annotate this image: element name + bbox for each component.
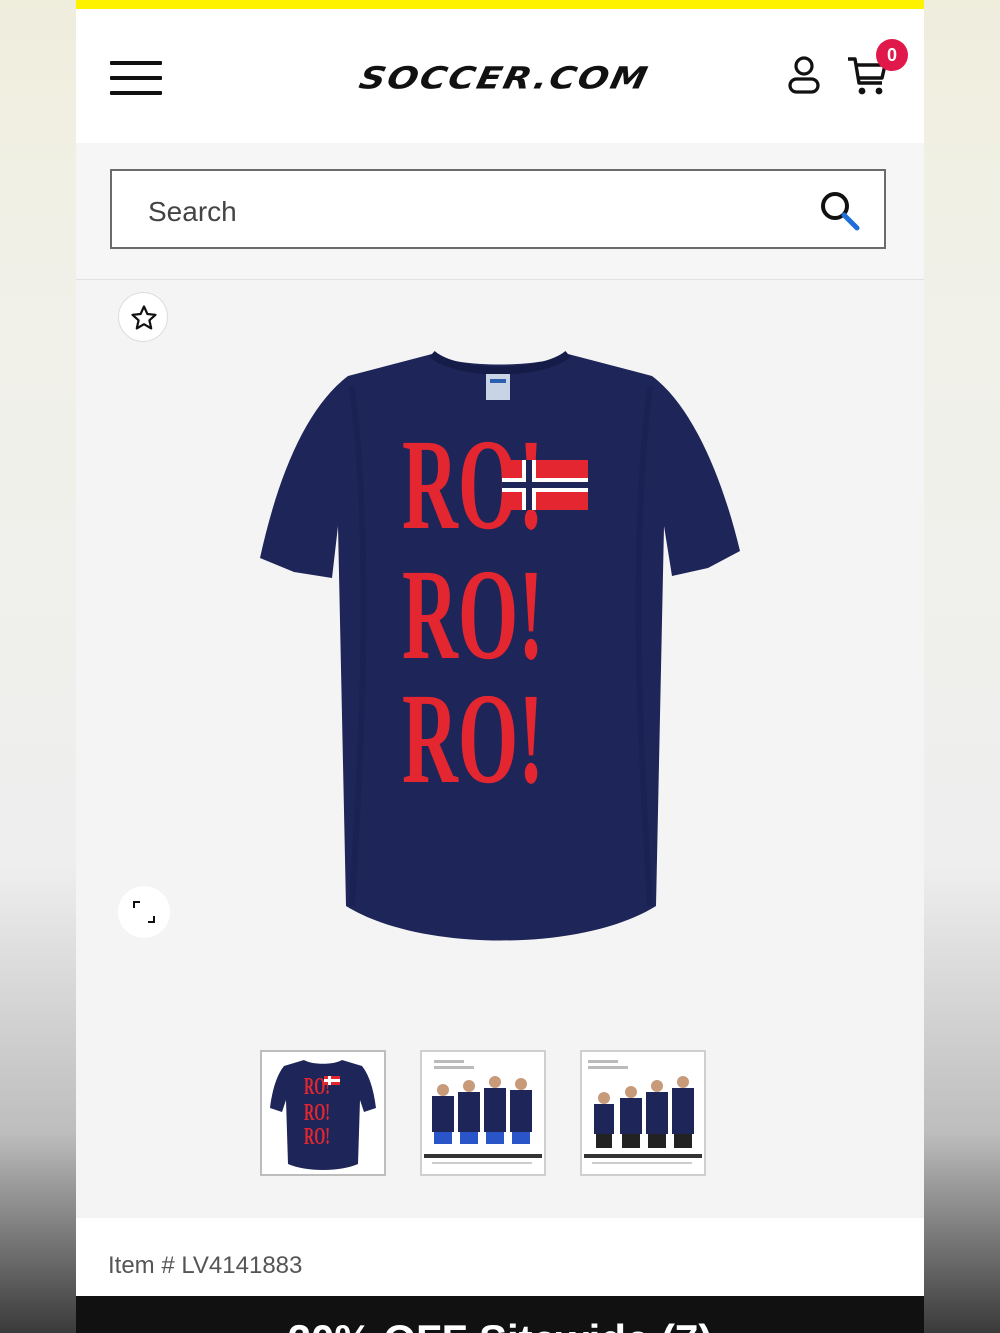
svg-text:RO!: RO! [304, 1124, 330, 1150]
promo-banner[interactable]: 20% OFF Sitewide (7) [76, 1296, 924, 1333]
promo-text: 20% OFF Sitewide (7) [76, 1316, 924, 1333]
thumbnail-1[interactable]: RO! RO! RO! [260, 1050, 386, 1176]
item-number: Item # LV4141883 [108, 1252, 303, 1279]
search-icon[interactable] [818, 189, 862, 233]
norway-flag-graphic [502, 460, 588, 510]
user-icon[interactable] [786, 55, 822, 95]
product-gallery: RO! RO! RO! RO! RO! RO! [76, 280, 924, 1218]
star-icon [131, 305, 157, 330]
expand-icon [133, 901, 155, 923]
accent-strip [76, 0, 924, 9]
product-image-tshirt[interactable]: RO! RO! RO! [252, 346, 748, 950]
item-info: Item # LV4141883 [76, 1218, 924, 1296]
svg-text:RO!: RO! [304, 1100, 330, 1126]
search-bar [110, 169, 886, 249]
site-header: SOCCER.COM 0 [76, 9, 924, 143]
thumbnail-3[interactable] [580, 1050, 706, 1176]
thumbnail-2[interactable] [420, 1050, 546, 1176]
backdrop-right [924, 0, 1000, 1333]
shirt-print-line-2: RO! [402, 543, 544, 687]
hamburger-menu-icon[interactable] [108, 61, 164, 97]
shirt-print-line-3: RO! [402, 667, 544, 811]
thumbnail-strip: RO! RO! RO! [260, 1050, 710, 1176]
wishlist-button[interactable] [118, 292, 168, 342]
product-page: SOCCER.COM 0 Search RO! RO! RO! RO! RO! … [76, 0, 924, 1333]
backdrop-left [0, 0, 76, 1333]
search-section [76, 143, 924, 280]
search-input[interactable] [146, 191, 790, 233]
site-logo[interactable]: SOCCER.COM [339, 54, 670, 105]
cart-count-badge[interactable]: 0 [876, 39, 908, 71]
expand-image-button[interactable] [118, 886, 170, 938]
